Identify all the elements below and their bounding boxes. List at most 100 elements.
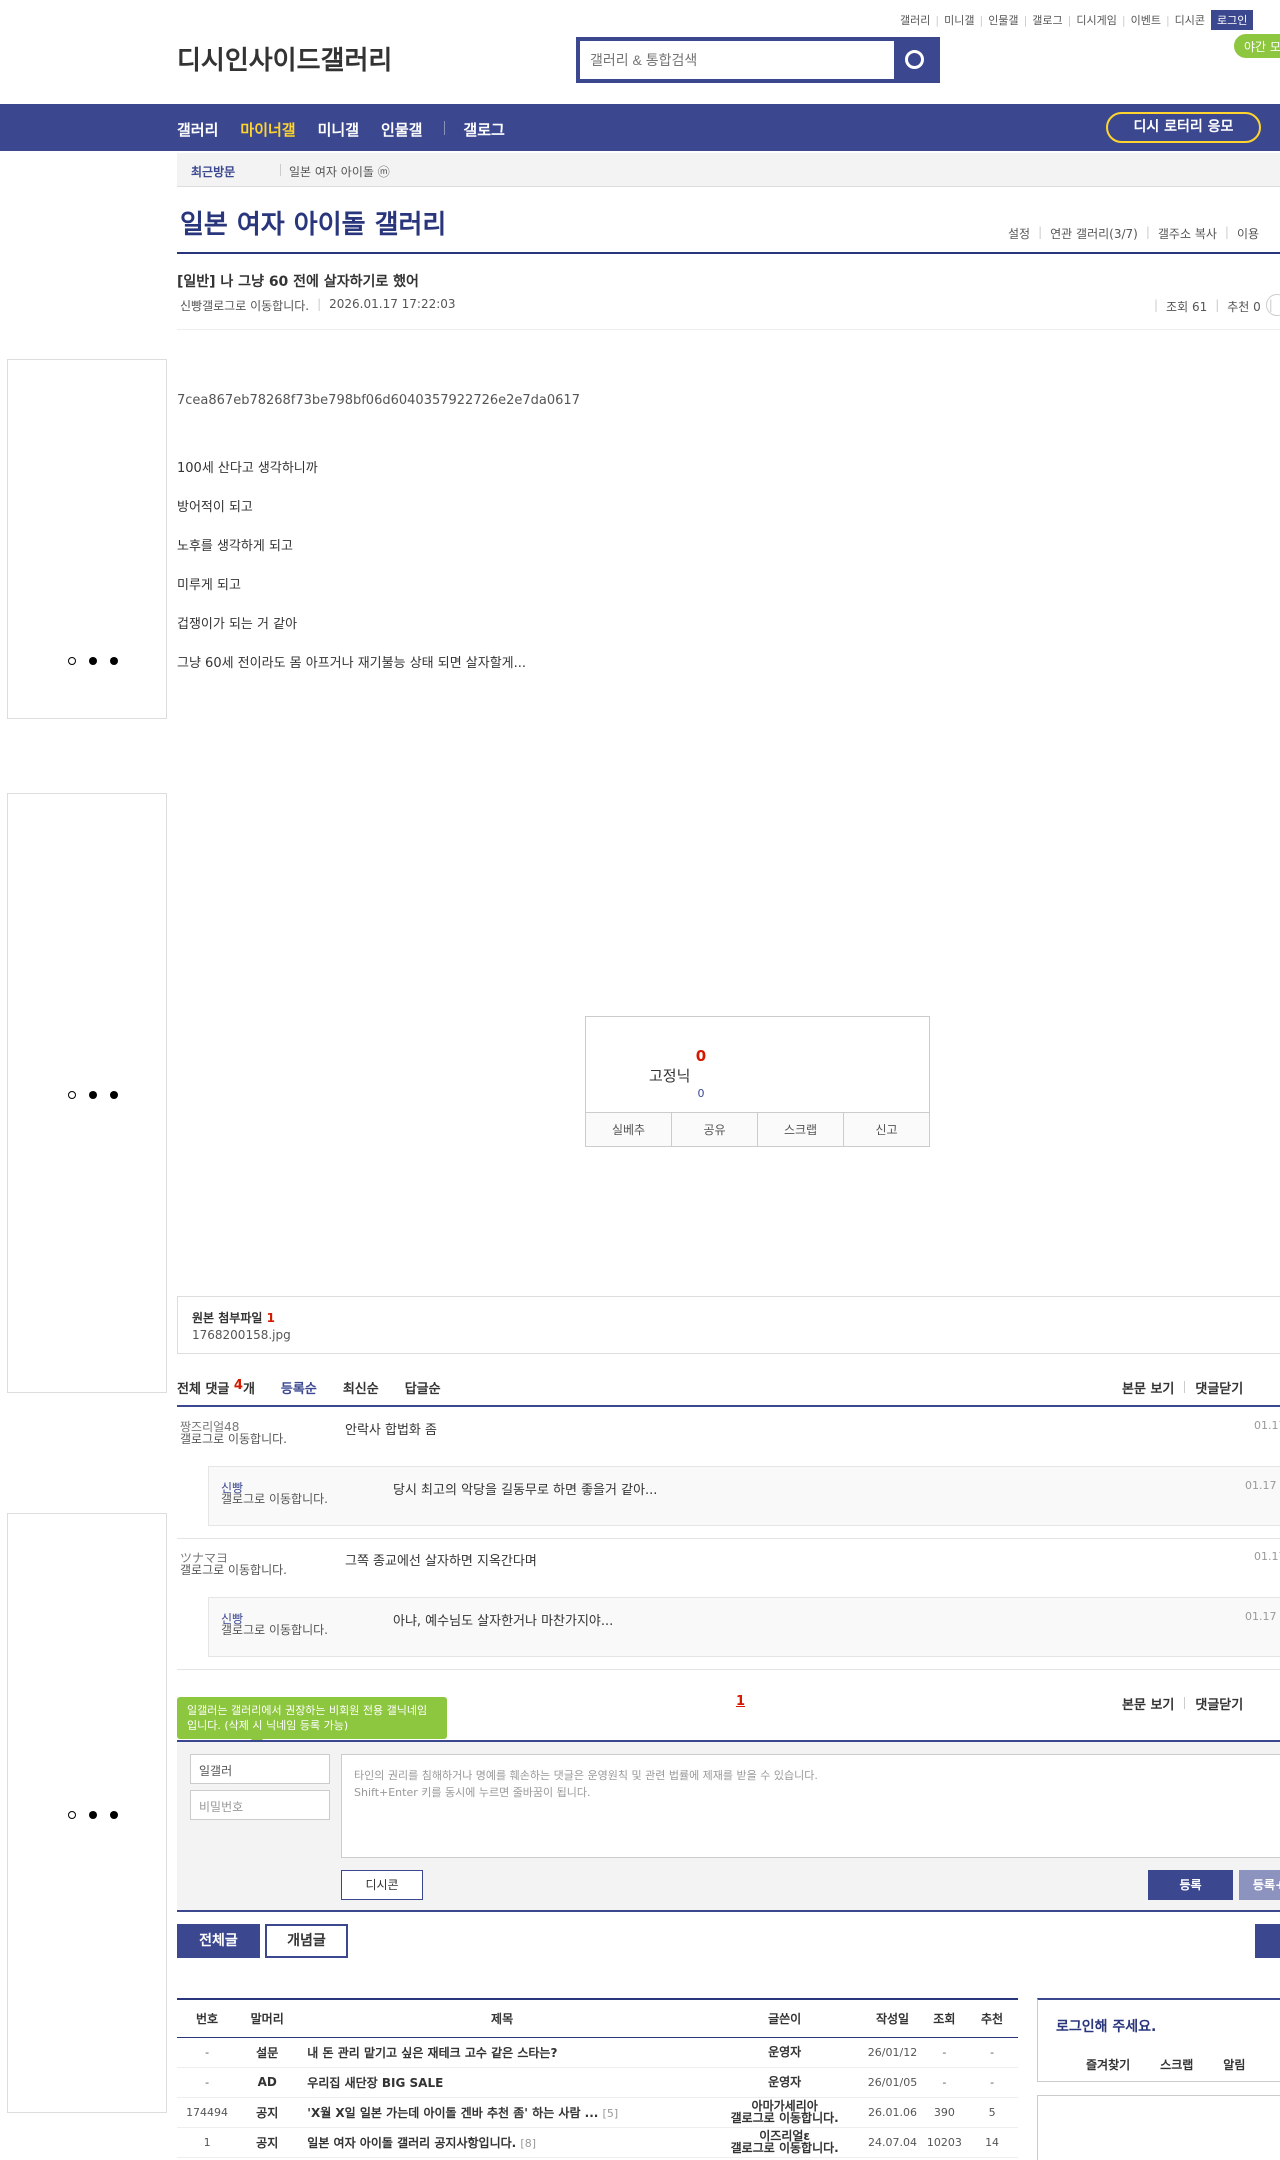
- gallog-link[interactable]: 갤로그로 이동합니다.: [180, 1433, 310, 1446]
- main-nav: 갤러리 마이너갤 미니갤 인물갤 갤로그 디시 로터리 응모: [0, 104, 1280, 151]
- recent-visit-bar: 최근방문 일본 여자 아이돌 ⓜ: [177, 153, 1280, 187]
- login-prompt[interactable]: 로그인해 주세요.: [1056, 2016, 1156, 2036]
- gallog-link[interactable]: 갤로그로 이동합니다.: [202, 297, 309, 314]
- recent-visit-item[interactable]: 일본 여자 아이돌 ⓜ: [289, 163, 390, 180]
- post-image[interactable]: 7cea867eb78268f73be798bf06d6040357922726…: [177, 393, 580, 408]
- login-button[interactable]: 로그인: [1211, 10, 1254, 30]
- gallery-options: 설정 | 연관 갤러리(3/7) | 갤주소 복사 | 이용: [1008, 225, 1260, 242]
- ad-banner[interactable]: [7, 1513, 167, 2113]
- gallog-link[interactable]: 갤로그로 이동합니다.: [707, 2142, 863, 2154]
- close-comments-button[interactable]: 댓글닫기: [1195, 1694, 1243, 1713]
- lottery-button[interactable]: 디시 로터리 응모: [1106, 112, 1261, 143]
- report-button[interactable]: 신고: [844, 1113, 929, 1146]
- write-button[interactable]: [1255, 1924, 1280, 1958]
- copy-gallery-url[interactable]: 갤주소 복사: [1158, 225, 1217, 242]
- tab-all-posts[interactable]: 전체글: [177, 1924, 260, 1958]
- password-field[interactable]: 비밀번호: [190, 1790, 330, 1820]
- post-recommends: 추천 0: [1227, 300, 1261, 314]
- comment-count: 4: [233, 1378, 243, 1393]
- table-row[interactable]: 174494 공지 'X월 X일 일본 가는데 아이돌 겐바 추천 좀' 하는 …: [177, 2097, 1018, 2128]
- ad-banner[interactable]: [7, 359, 167, 719]
- util-mini[interactable]: 미니갤: [944, 12, 974, 28]
- post-writer[interactable]: 이즈리얼ε 갤로그로 이동합니다.: [706, 2127, 863, 2158]
- comment-date: 01.17: [1254, 1550, 1280, 1563]
- comment-header: 전체 댓글 4개 등록순 최신순 답글순: [177, 1378, 441, 1397]
- nav-gallery[interactable]: 갤러리: [177, 119, 218, 140]
- night-mode-button[interactable]: 야간 모드: [1234, 34, 1280, 58]
- silbe-recommend-button[interactable]: 실베추: [586, 1113, 672, 1146]
- gallery-title[interactable]: 일본 여자 아이돌 갤러리: [180, 204, 446, 241]
- attachment-file[interactable]: 1768200158.jpg: [192, 1328, 291, 1342]
- loading-dots-icon: [68, 657, 118, 665]
- nav-person[interactable]: 인물갤: [381, 119, 422, 140]
- reply-item: 신빵 갤로그로 이동합니다. 아냐, 예수님도 살자한거나 마찬가지야... 0…: [208, 1597, 1280, 1657]
- search-input[interactable]: [580, 41, 880, 79]
- loading-dots-icon: [68, 1091, 118, 1099]
- search-icon[interactable]: [894, 41, 936, 79]
- col-num: 번호: [177, 1999, 238, 2038]
- view-body-button[interactable]: 본문 보기: [1122, 1694, 1174, 1713]
- site-logo[interactable]: 디시인사이드갤러리: [177, 40, 392, 77]
- scrap-button[interactable]: 스크랩: [758, 1113, 844, 1146]
- post-subject-link[interactable]: 내 돈 관리 맡기고 싶은 재테크 고수 같은 스타는?: [297, 2037, 707, 2068]
- sort-registered[interactable]: 등록순: [281, 1378, 317, 1397]
- post-writer[interactable]: 운영자: [706, 2037, 863, 2068]
- divider: [177, 1538, 1280, 1539]
- post-subject-link[interactable]: 우리집 새단장 BIG SALE: [297, 2067, 707, 2098]
- scrap-link[interactable]: 스크랩: [1160, 2056, 1193, 2073]
- notify-link[interactable]: 알림: [1223, 2056, 1245, 2073]
- gallog-link[interactable]: 갤로그로 이동합니다.: [221, 1624, 351, 1637]
- nickname-tooltip: 일갤러는 갤러리에서 권장하는 비회원 전용 갤닉네임입니다. (삭제 시 닉네…: [177, 1697, 447, 1746]
- sort-latest[interactable]: 최신순: [343, 1378, 379, 1397]
- sort-replies[interactable]: 답글순: [405, 1378, 441, 1397]
- util-event[interactable]: 이벤트: [1131, 12, 1161, 28]
- submit-recommend-button[interactable]: 등록+: [1239, 1870, 1280, 1900]
- gallery-settings[interactable]: 설정: [1008, 225, 1030, 242]
- post-author[interactable]: 신빵: [180, 297, 202, 314]
- table-row[interactable]: 1 공지 일본 여자 아이돌 갤러리 공지사항입니다. [8] 이즈리얼ε 갤로그…: [177, 2127, 1018, 2158]
- post-writer[interactable]: 아마가세리아 갤로그로 이동합니다.: [706, 2097, 863, 2128]
- ad-banner[interactable]: [7, 793, 167, 1393]
- post-views: 조회 61: [1166, 300, 1208, 314]
- table-row[interactable]: - 설문 내 돈 관리 맡기고 싶은 재테크 고수 같은 스타는? 운영자 26…: [177, 2037, 1018, 2068]
- related-gallery[interactable]: 연관 갤러리(3/7): [1050, 225, 1138, 242]
- view-body-button[interactable]: 본문 보기: [1122, 1378, 1174, 1397]
- util-gallog[interactable]: 갤로그: [1032, 12, 1062, 28]
- post-subject-link[interactable]: 'X월 X일 일본 가는데 아이돌 겐바 추천 좀' 하는 사람 ... [5]: [297, 2097, 707, 2128]
- dccon-button[interactable]: 디시콘: [341, 1870, 423, 1900]
- comment-page-number[interactable]: 1: [736, 1694, 745, 1709]
- util-gallery[interactable]: 갤러리: [900, 12, 930, 28]
- nav-gallog[interactable]: 갤로그: [463, 119, 504, 140]
- util-dccon[interactable]: 디시콘: [1175, 12, 1205, 28]
- close-comments-button[interactable]: 댓글닫기: [1195, 1378, 1243, 1397]
- gallog-link[interactable]: 갤로그로 이동합니다.: [707, 2112, 863, 2124]
- reply-item: 신빵 갤로그로 이동합니다. 당시 최고의 악당을 길동무로 하면 좋을거 같아…: [208, 1466, 1280, 1526]
- comment-actions: 본문 보기 댓글닫기: [1122, 1378, 1243, 1397]
- divider: [177, 1669, 1280, 1670]
- post-body-line: 겁쟁이가 되는 거 같아: [177, 617, 298, 632]
- post-subject-link[interactable]: 일본 여자 아이돌 갤러리 공지사항입니다. [8]: [297, 2127, 707, 2158]
- nav-minor[interactable]: 마이너갤: [240, 119, 295, 140]
- nav-mini[interactable]: 미니갤: [318, 119, 359, 140]
- login-side-box: 로그인해 주세요. 즐겨찾기 스크랩 알림: [1037, 1998, 1280, 2082]
- share-button[interactable]: 공유: [672, 1113, 758, 1146]
- reply-text: 당시 최고의 악당을 길동무로 하면 좋을거 같아...: [393, 1483, 658, 1498]
- fixed-nick-recommend[interactable]: 고정닉: [649, 1065, 690, 1086]
- gallog-link[interactable]: 갤로그로 이동합니다.: [180, 1564, 310, 1577]
- reply-count: [8]: [520, 2136, 537, 2150]
- util-dcgame[interactable]: 디시게임: [1076, 12, 1116, 28]
- submit-button[interactable]: 등록: [1148, 1870, 1233, 1900]
- gallery-usage[interactable]: 이용: [1237, 225, 1259, 242]
- reply-text: 아냐, 예수님도 살자한거나 마찬가지야...: [393, 1614, 614, 1629]
- comment-textarea[interactable]: 타인의 권리를 침해하거나 명예를 훼손하는 댓글은 운영원칙 및 관련 법률에…: [341, 1754, 1280, 1858]
- comment-actions: 본문 보기 댓글닫기: [1122, 1694, 1243, 1713]
- table-row[interactable]: - AD 우리집 새단장 BIG SALE 운영자 26/01/05 - -: [177, 2067, 1018, 2098]
- post-writer[interactable]: 운영자: [706, 2067, 863, 2098]
- nickname-field[interactable]: 일갤러: [190, 1754, 330, 1784]
- tab-concept-posts[interactable]: 개념글: [265, 1924, 348, 1958]
- post-body-line: 미루게 되고: [177, 578, 241, 593]
- gallog-link[interactable]: 갤로그로 이동합니다.: [221, 1493, 351, 1506]
- favorites-link[interactable]: 즐겨찾기: [1086, 2056, 1130, 2073]
- recommend-count[interactable]: 0: [676, 1047, 726, 1065]
- util-person[interactable]: 인물갤: [988, 12, 1018, 28]
